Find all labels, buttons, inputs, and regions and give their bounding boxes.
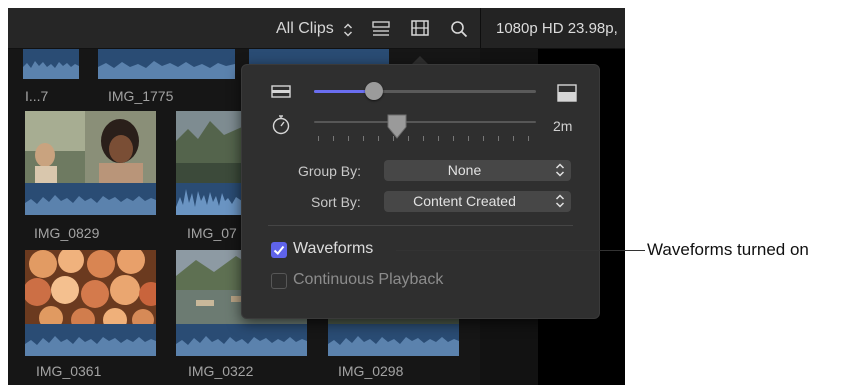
updown-chevron-icon	[555, 163, 565, 177]
filmstrip-icon[interactable]	[410, 19, 430, 39]
group-by-label: Group By:	[298, 163, 362, 179]
group-by-select[interactable]: None	[384, 160, 571, 181]
clip-label: IMG_0298	[338, 363, 404, 379]
sort-by-value: Content Created	[413, 193, 516, 209]
continuous-playback-checkbox[interactable]	[271, 273, 287, 289]
duration-slider-tick	[318, 136, 319, 141]
callout-text: Waveforms turned on	[647, 240, 809, 259]
duration-slider-track[interactable]	[314, 121, 536, 123]
clip-thumbnail[interactable]	[328, 313, 459, 356]
continuous-playback-label[interactable]: Continuous Playback	[293, 271, 443, 289]
clip-label: IMG_0322	[188, 363, 254, 379]
sort-by-label: Sort By:	[311, 194, 361, 210]
clip-label: IMG_0829	[34, 225, 100, 241]
duration-slider-tick	[513, 136, 514, 141]
duration-slider-tick	[483, 136, 484, 141]
clip-thumbnail[interactable]	[176, 111, 242, 215]
clip-thumbnail[interactable]	[25, 250, 156, 356]
viewer-format-label: 1080p HD 23.98p,	[496, 20, 618, 37]
waveforms-label[interactable]: Waveforms	[293, 240, 373, 258]
duration-slider-tick	[348, 136, 349, 141]
clip-height-slider-knob[interactable]	[364, 82, 383, 100]
small-clip-height-icon	[271, 85, 291, 98]
updown-chevron-icon	[555, 194, 565, 208]
duration-value: 2m	[553, 118, 573, 134]
duration-slider-tick	[378, 136, 379, 141]
clip-thumbnail[interactable]	[98, 49, 235, 79]
duration-slider-tick	[438, 136, 439, 141]
large-clip-height-icon	[557, 84, 577, 102]
updown-chevron-icon[interactable]	[343, 23, 353, 37]
viewer-header: 1080p HD 23.98p,	[480, 8, 625, 48]
duration-slider-tick	[468, 136, 469, 141]
duration-slider-tick	[498, 136, 499, 141]
clip-label: IMG_07	[187, 225, 237, 241]
clip-thumbnail[interactable]	[25, 111, 156, 215]
checkmark-icon	[273, 245, 285, 255]
duration-slider-tick	[333, 136, 334, 141]
duration-slider-tick	[408, 136, 409, 141]
sort-by-select[interactable]: Content Created	[384, 191, 571, 212]
waveforms-checkbox[interactable]	[271, 242, 287, 258]
list-view-icon[interactable]	[372, 21, 390, 37]
duration-slider-tick	[528, 136, 529, 141]
clip-label: I...7	[25, 88, 49, 104]
clip-label: IMG_0361	[36, 363, 102, 379]
search-icon[interactable]	[450, 20, 468, 38]
clip-label: IMG_1775	[108, 88, 174, 104]
stopwatch-icon	[272, 115, 290, 135]
duration-slider-tick	[423, 136, 424, 141]
duration-slider-knob[interactable]	[386, 114, 408, 140]
callout-line	[396, 250, 645, 251]
group-by-value: None	[447, 162, 482, 178]
popover-divider	[268, 225, 573, 226]
duration-slider-tick	[453, 136, 454, 141]
duration-slider-tick	[363, 136, 364, 141]
clips-filter-menu[interactable]: All Clips	[276, 20, 334, 38]
clip-thumbnail[interactable]	[23, 49, 79, 79]
